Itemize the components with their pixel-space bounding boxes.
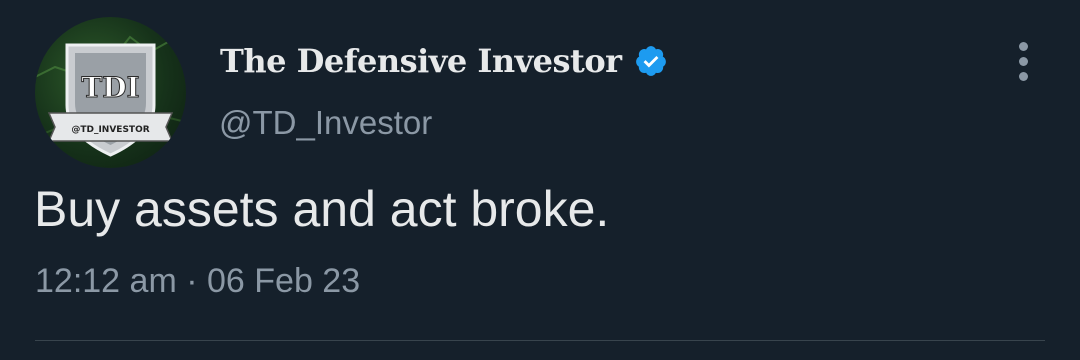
author-handle[interactable]: @TD_Investor: [219, 104, 432, 142]
divider: [35, 340, 1045, 341]
tweet-text: Buy assets and act broke.: [34, 181, 610, 237]
author-display-name[interactable]: The Defensive Investor: [220, 42, 622, 80]
tweet-time: 12:12 am: [35, 262, 177, 300]
tweet-timestamp[interactable]: 12:12 am · 06 Feb 23: [35, 262, 360, 301]
verified-badge-icon[interactable]: [634, 44, 668, 78]
shield-logo-icon: TDI @TD_INVESTOR: [35, 31, 186, 157]
more-options-icon[interactable]: [1010, 40, 1038, 84]
avatar-logo-text: TDI: [81, 71, 139, 104]
avatar[interactable]: TDI @TD_INVESTOR: [35, 17, 186, 168]
tweet-date: 06 Feb 23: [207, 262, 361, 300]
timestamp-separator: ·: [186, 262, 198, 300]
author-name-row: The Defensive Investor: [220, 42, 668, 80]
avatar-ribbon-text: @TD_INVESTOR: [71, 125, 149, 135]
